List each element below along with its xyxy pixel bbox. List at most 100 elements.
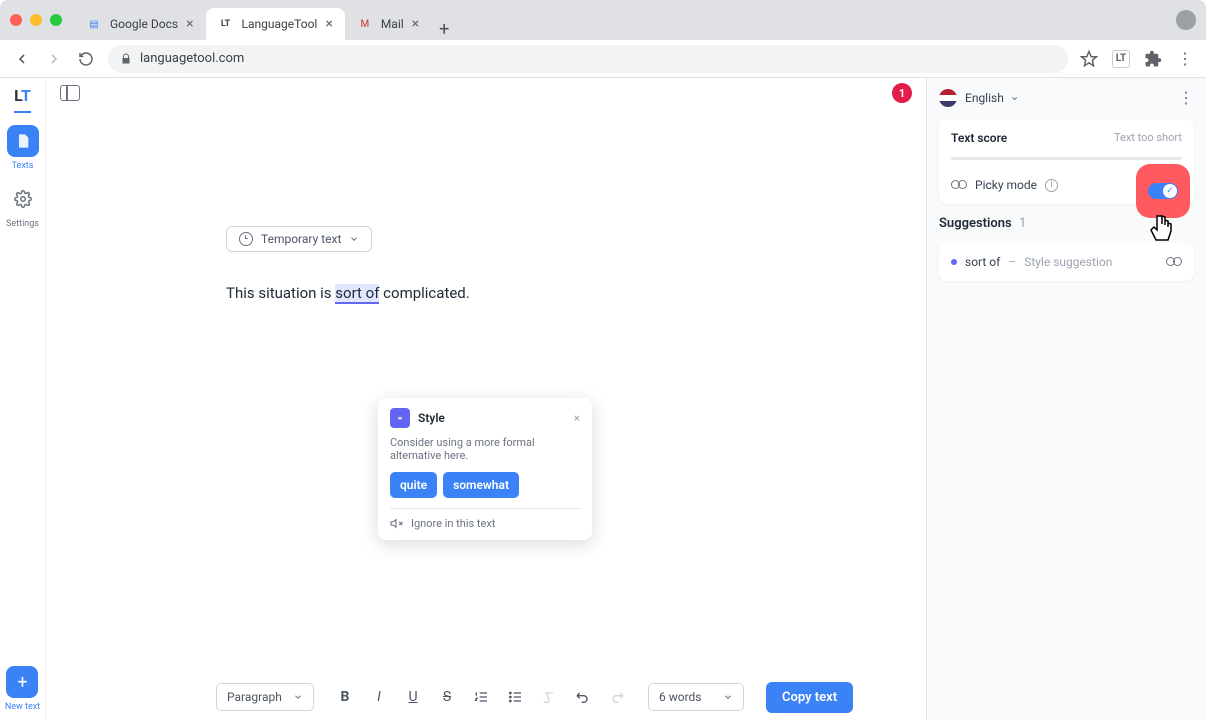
minimize-window-icon[interactable] [30,14,42,26]
editor-top-strip: 1 [46,78,926,108]
suggestion-button-somewhat[interactable]: somewhat [443,472,519,498]
language-selector[interactable]: English [965,91,1019,105]
document-icon [7,125,39,157]
rail-label: Settings [6,219,39,229]
document-title: Temporary text [261,232,341,246]
picky-label: Picky mode [975,178,1037,192]
tab-label: Google Docs [110,17,178,31]
popup-category: Style [418,411,445,425]
rail-item-settings[interactable]: Settings [6,183,39,229]
underline-button[interactable]: U [402,686,424,708]
browser-menu-icon[interactable]: ⋮ [1176,50,1194,68]
close-tab-icon[interactable]: × [186,16,193,32]
error-count: 1 [899,87,905,100]
redo-button [606,686,628,708]
suggestion-phrase: sort of [965,255,1000,269]
chevron-down-icon [1010,94,1019,103]
tab-mail[interactable]: M Mail × [345,8,431,40]
close-tab-icon[interactable]: × [412,16,419,32]
undo-button[interactable] [572,686,594,708]
address-bar: languagetool.com LT ⋮ [0,40,1206,78]
bold-button[interactable]: B [334,686,356,708]
chevron-down-icon [349,234,359,244]
app-root: LT Texts Settings + New text 1 [0,78,1206,720]
url-text: languagetool.com [140,51,244,66]
editor-text[interactable]: This situation is sort of complicated. [226,282,726,305]
chevron-down-icon [293,692,303,702]
reload-button[interactable] [76,49,96,69]
rail-label: Texts [12,161,34,171]
text-score-card: Text score Text too short Picky mode i [939,119,1194,204]
info-icon[interactable]: i [1045,179,1058,192]
browser-tab-strip: ▤ Google Docs × LT LanguageTool × M Mail… [0,0,1206,40]
back-button[interactable] [12,49,32,69]
rail-item-texts[interactable]: Texts [7,125,39,171]
right-panel: English ⋮ Text score Text too short Pick… [926,78,1206,720]
panel-toggle-icon[interactable] [60,85,80,101]
dash: – [1008,255,1016,269]
goggles-icon [1166,257,1182,267]
tab-label: Mail [381,17,404,31]
clear-format-button [538,686,560,708]
maximize-window-icon[interactable] [50,14,62,26]
mute-icon [390,517,403,530]
picky-mode-toggle[interactable] [1148,183,1178,199]
unordered-list-button[interactable] [504,686,526,708]
gear-icon [7,183,39,215]
suggestion-buttons: quite somewhat [390,472,580,498]
paragraph-style-dropdown[interactable]: Paragraph [216,683,314,711]
highlighted-phrase[interactable]: sort of [335,284,379,304]
tab-google-docs[interactable]: ▤ Google Docs × [74,8,206,40]
lt-extension-icon[interactable]: LT [1112,50,1130,68]
italic-button[interactable]: I [368,686,390,708]
style-dot-icon [951,259,957,265]
dropdown-label: 6 words [659,690,702,704]
document-selector[interactable]: Temporary text [226,226,372,252]
docs-favicon-icon: ▤ [86,16,102,32]
suggestions-count: 1 [1019,216,1026,231]
panel-header: English ⋮ [939,88,1194,107]
new-text-label: New text [5,702,40,712]
clock-icon [239,232,253,246]
extensions-icon[interactable] [1144,50,1162,68]
score-status: Text too short [1114,131,1182,145]
ordered-list-button[interactable] [470,686,492,708]
window-controls [10,14,62,26]
ignore-button[interactable]: Ignore in this text [390,508,580,530]
text-segment: complicated. [379,284,469,302]
suggestion-item[interactable]: sort of – Style suggestion [939,243,1194,281]
lock-icon [120,53,132,65]
panel-menu-icon[interactable]: ⋮ [1178,88,1194,107]
url-field[interactable]: languagetool.com [108,45,1068,73]
suggestion-type: Style suggestion [1024,255,1112,269]
close-tab-icon[interactable]: × [325,16,332,32]
left-rail: LT Texts Settings + New text [0,78,46,720]
goggles-icon [951,180,967,190]
popup-close-icon[interactable]: × [574,411,580,425]
lt-logo-icon[interactable]: LT [14,86,31,113]
new-tab-button[interactable]: + [439,19,449,40]
score-progress-bar [951,157,1182,160]
copy-text-button[interactable]: Copy text [766,682,853,713]
suggestions-title: Suggestions [939,216,1012,231]
tutorial-highlight [1136,164,1190,218]
star-icon[interactable] [1080,50,1098,68]
tabs-container: ▤ Google Docs × LT LanguageTool × M Mail… [74,0,1176,40]
close-window-icon[interactable] [10,14,22,26]
error-count-badge[interactable]: 1 [892,83,912,103]
language-label: English [965,91,1004,105]
suggestion-button-quite[interactable]: quite [390,472,437,498]
word-count-dropdown[interactable]: 6 words [648,683,744,711]
toolbar-icons: LT ⋮ [1080,50,1194,68]
tab-languagetool[interactable]: LT LanguageTool × [206,8,345,40]
strikethrough-button[interactable]: S [436,686,458,708]
flag-us-icon [939,89,957,107]
suggestions-heading: Suggestions 1 [939,216,1194,231]
profile-avatar-icon[interactable] [1176,10,1196,30]
dropdown-label: Paragraph [227,690,282,704]
new-text-button[interactable]: + New text [5,666,40,712]
popup-header: ⚭ Style × [390,408,580,428]
tab-label: LanguageTool [242,17,318,31]
text-segment: This situation is [226,284,335,302]
main-area: 1 Temporary text This situation is sort … [46,78,926,720]
